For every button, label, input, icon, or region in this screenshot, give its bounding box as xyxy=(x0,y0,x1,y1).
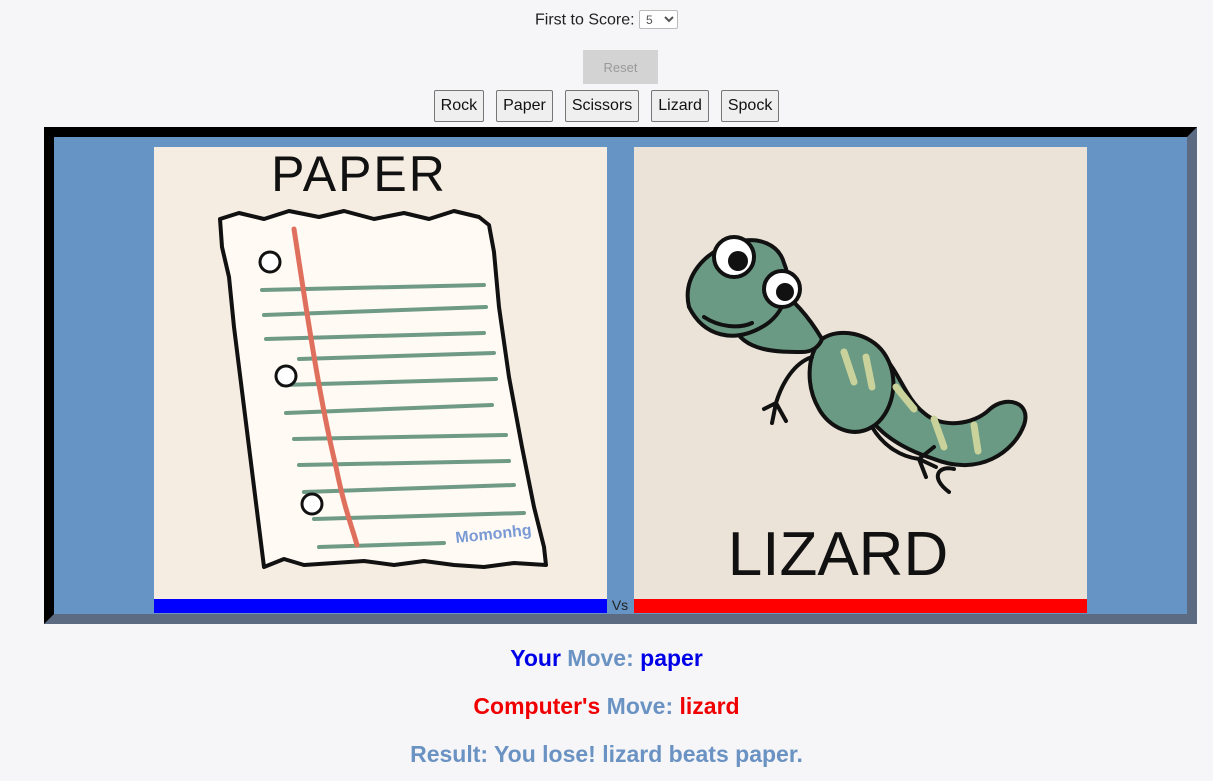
punch-hole-top xyxy=(258,250,282,274)
move-label: Move: xyxy=(606,693,674,719)
computer-move-line: Computer's Move: lizard xyxy=(0,693,1213,720)
first-to-score-control: First to Score: 5 xyxy=(0,10,1213,30)
player-move-value: paper xyxy=(640,645,703,671)
result-text: Result: You lose! lizard beats paper. xyxy=(410,741,803,767)
rock-button[interactable]: Rock xyxy=(433,90,485,122)
reset-button[interactable]: Reset xyxy=(583,50,658,84)
paper-button[interactable]: Paper xyxy=(496,90,553,122)
computers-label: Computer's xyxy=(473,693,601,719)
lizard-button[interactable]: Lizard xyxy=(651,90,709,122)
player-move-image: PAPER Momonhg xyxy=(154,146,607,599)
vs-label: Vs xyxy=(611,597,629,613)
lizard-illustration: LIZARD xyxy=(685,235,1028,589)
lizard-front-leg xyxy=(762,355,814,425)
lizard-pupil-right xyxy=(776,283,794,301)
move-label: Move: xyxy=(567,645,634,671)
scissors-button[interactable]: Scissors xyxy=(564,90,640,122)
player-move-line: Your Move: paper xyxy=(0,645,1213,672)
player-bar xyxy=(154,599,607,613)
paper-card-title: PAPER xyxy=(271,147,447,202)
computer-move-value: lizard xyxy=(679,693,740,719)
lizard-tail-curl xyxy=(935,466,956,494)
your-label: Your xyxy=(510,645,561,671)
first-to-score-select[interactable]: 5 xyxy=(639,10,679,29)
punch-hole-bottom xyxy=(300,492,324,516)
spock-button[interactable]: Spock xyxy=(720,90,780,122)
move-buttons: Rock Paper Scissors Lizard Spock xyxy=(0,90,1213,122)
first-to-score-label: First to Score: xyxy=(534,11,635,29)
punch-hole-middle xyxy=(274,364,298,388)
paper-illustration: PAPER Momonhg xyxy=(218,146,548,569)
lizard-card-title: LIZARD xyxy=(728,520,948,589)
lizard-pupil-left xyxy=(728,251,748,271)
computer-bar xyxy=(634,599,1087,613)
computer-move-image: LIZARD xyxy=(634,147,1087,599)
battle-arena: PAPER Momonhg LIZARD Vs xyxy=(44,127,1197,624)
